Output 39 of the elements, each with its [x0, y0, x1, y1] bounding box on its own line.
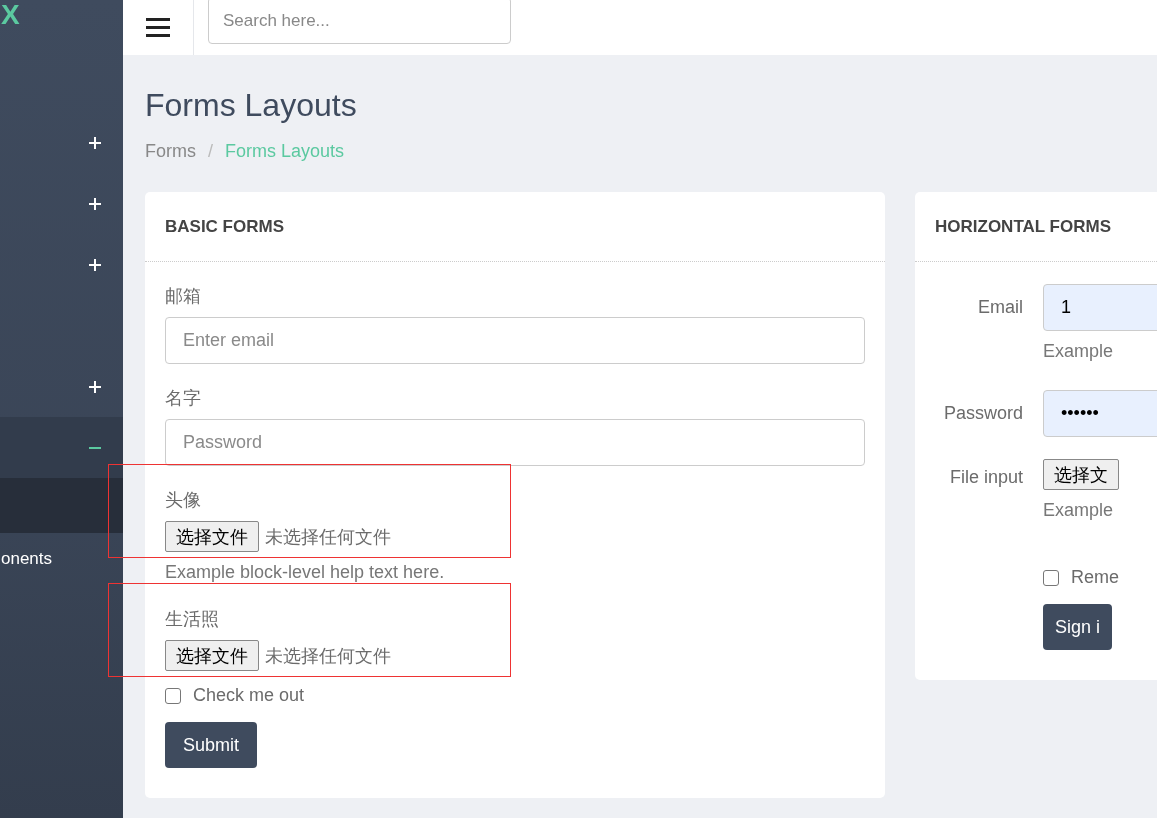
sidebar-item[interactable]: onents: [1, 549, 53, 569]
checkbox-label: Reme: [1071, 567, 1119, 588]
sign-in-button[interactable]: Sign i: [1043, 604, 1113, 650]
file-choose-button[interactable]: 选择文: [1043, 459, 1119, 490]
help-text: Example: [1043, 341, 1115, 362]
input-field[interactable]: Password: [165, 419, 865, 466]
breadcrumb-separator: /: [208, 141, 213, 162]
plus-icon: [89, 197, 101, 210]
logo: X: [1, 0, 20, 32]
input-field[interactable]: ••••••: [1043, 390, 1157, 437]
field-label: Password: [942, 402, 1023, 425]
sidebar-subitem[interactable]: [0, 478, 123, 533]
field-label: Email: [977, 296, 1023, 319]
help-text: Example block-level help text here.: [165, 562, 446, 583]
sidebar-item[interactable]: [0, 417, 123, 478]
checkbox-label: Check me out: [193, 685, 305, 706]
file-status: 未选择任何文件: [265, 524, 391, 549]
help-text: Example: [1043, 500, 1115, 521]
menu-icon: [146, 17, 170, 38]
field-label: 头像: [165, 489, 202, 512]
plus-icon: [89, 380, 101, 393]
input-field[interactable]: 1: [1043, 284, 1157, 331]
field-label: 邮箱: [165, 285, 202, 308]
field-label: File input: [948, 466, 1023, 489]
plus-icon: [89, 136, 101, 149]
card-title: HORIZONTAL FORMS: [915, 192, 1157, 262]
checkbox[interactable]: [165, 687, 181, 704]
page-title: Forms Layouts: [145, 87, 358, 124]
field-label: 生活照: [165, 608, 220, 631]
file-choose-button[interactable]: 选择文件: [165, 640, 259, 671]
card-title: BASIC FORMS: [145, 192, 885, 262]
search-field[interactable]: Search here...: [208, 0, 511, 44]
field-label: 名字: [165, 387, 202, 410]
file-choose-button[interactable]: 选择文件: [165, 521, 259, 552]
plus-icon: [89, 258, 101, 271]
input-field[interactable]: Enter email: [165, 317, 865, 364]
submit-button[interactable]: Submit: [165, 722, 258, 768]
checkbox[interactable]: [1043, 569, 1059, 586]
file-status: 未选择任何文件: [265, 643, 391, 668]
